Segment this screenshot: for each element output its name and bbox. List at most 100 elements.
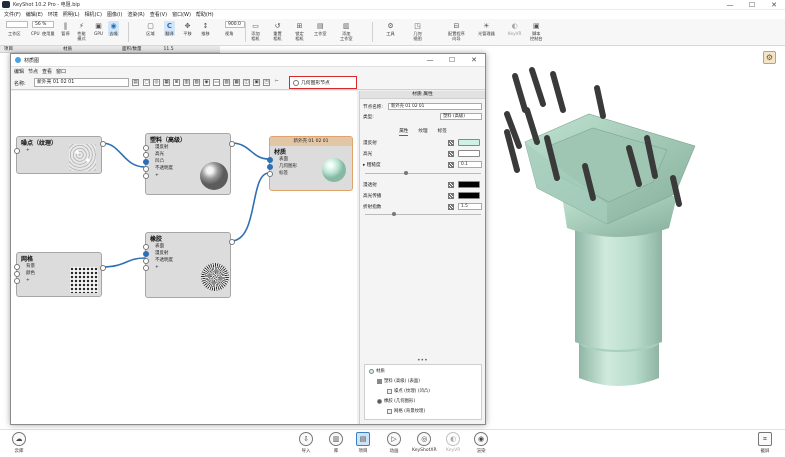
output-port[interactable] <box>229 141 235 147</box>
back-arrow-icon[interactable]: ⇦ <box>273 79 280 86</box>
tree-item-plastic[interactable]: 塑料 (高级) (表面) <box>377 378 420 384</box>
output-port[interactable] <box>229 239 235 245</box>
port-diffuse[interactable]: 漫反射 <box>143 250 230 257</box>
texture-link-icon[interactable] <box>448 204 454 210</box>
screenshot-button[interactable]: ⌗ 截屏 <box>758 432 772 454</box>
collapse-icon[interactable]: ◳ <box>263 79 270 86</box>
port-specular[interactable]: 高光 <box>143 151 230 158</box>
menu-window[interactable]: 窗口(W) <box>172 11 191 18</box>
roughness-slider-knob[interactable] <box>404 171 408 175</box>
workspace-select[interactable] <box>6 21 28 28</box>
tree-item-material[interactable]: 材质 <box>369 368 385 374</box>
node-material-root[interactable]: 新外壳 01 02 01 材质 表面 几何图形 标签 <box>267 136 353 191</box>
project-button[interactable]: ▤ 项目 <box>356 432 370 454</box>
minimize-button[interactable]: — <box>719 0 741 10</box>
layout-icon[interactable]: ▦ <box>163 79 170 86</box>
dolly-button[interactable]: ↕ 推移 <box>200 21 211 36</box>
perspective-value[interactable]: 900.0 <box>225 21 245 28</box>
fit-icon[interactable]: ▢ <box>143 79 150 86</box>
denoise-button[interactable]: ◉ 去噪 <box>108 21 119 36</box>
geometry-view-button[interactable]: ◳ 几何 视图 <box>412 21 423 41</box>
save-icon[interactable]: ▤ <box>132 79 139 86</box>
texture-link-icon[interactable] <box>448 151 454 157</box>
menu-lighting[interactable]: 照明(L) <box>63 11 80 18</box>
specular-color-swatch[interactable] <box>458 150 480 157</box>
workspace-button[interactable]: 工作区 <box>8 31 21 36</box>
grid-icon[interactable]: ⊞ <box>173 79 180 86</box>
mg-menu-window[interactable]: 窗口 <box>56 68 66 75</box>
split-icon[interactable]: ◫ <box>243 79 250 86</box>
light-manager-button[interactable]: ☀ 光管理器 <box>478 21 495 36</box>
menu-view[interactable]: 查看(V) <box>150 11 167 18</box>
gpu-button[interactable]: ▣ GPU <box>93 21 104 36</box>
material-name-input[interactable]: 新外壳 01 02 01 <box>34 78 129 87</box>
mg-maximize-button[interactable]: ☐ <box>441 54 463 67</box>
menu-file[interactable]: 文件(F) <box>4 11 21 18</box>
menu-image[interactable]: 图像(I) <box>107 11 122 18</box>
copy-icon[interactable]: ▭ <box>213 79 220 86</box>
animation-button[interactable]: ▷ 动画 <box>387 432 401 454</box>
roughness-slider[interactable] <box>365 173 481 174</box>
texture-link-icon[interactable] <box>448 193 454 199</box>
mg-menu-view[interactable]: 查看 <box>42 68 52 75</box>
expand-icon[interactable]: ▣ <box>253 79 260 86</box>
cloud-library-button[interactable]: ☁ 云库 <box>12 432 26 454</box>
keyvr-button[interactable]: ◐ KeyVR <box>508 21 521 36</box>
cpu-usage-select[interactable]: 56 % <box>32 21 54 28</box>
tree-item-mesh[interactable]: 网格 (背景纹理) <box>387 408 425 414</box>
node-rubber[interactable]: 橡胶 表面 漫反射 不透明度 + <box>143 232 235 298</box>
render-button[interactable]: ◉ 渲染 <box>474 432 488 454</box>
node-mesh[interactable]: 网格 背景 颜色 + <box>14 252 106 297</box>
pause-button[interactable]: ‖ 暂停 <box>60 21 71 36</box>
menu-render[interactable]: 渲染(R) <box>127 11 144 18</box>
panel-resize-handle[interactable]: ••• <box>417 357 428 364</box>
import-button[interactable]: ⇩ 导入 <box>299 432 313 454</box>
library-button[interactable]: ▥ 库 <box>329 432 343 454</box>
tree-item-rubber[interactable]: 橡胶 (几何图形) <box>377 398 415 404</box>
menu-edit[interactable]: 编辑(E) <box>26 11 43 18</box>
region-button[interactable]: ▢ 区域 <box>145 21 156 36</box>
diffuse-color-swatch[interactable] <box>458 139 480 146</box>
script-console-button[interactable]: ▣ 脚本 控制台 <box>530 21 543 41</box>
perspective-button[interactable]: 视角 <box>225 31 233 36</box>
paste-icon[interactable]: ▨ <box>223 79 230 86</box>
graph-canvas[interactable]: 噪点（纹理） + 塑料（高级） 漫反射 高光 凹凸 不透明度 + 网格 背景 颜… <box>11 91 357 424</box>
texture-link-icon[interactable] <box>448 162 454 168</box>
configurator-wizard-button[interactable]: ⊟ 配置程序 向导 <box>448 21 465 41</box>
lock-camera-button[interactable]: ⊞ 锁定 相机 <box>294 21 305 41</box>
viewport-settings-button[interactable]: ⚙ <box>763 51 776 64</box>
tools-button[interactable]: ⚙ 工具 <box>385 21 396 36</box>
node-noise-texture[interactable]: 噪点（纹理） + <box>14 136 106 174</box>
roughness-input[interactable]: 0.1 <box>458 161 482 168</box>
maximize-button[interactable]: ☐ <box>741 0 763 10</box>
tumble-button[interactable]: C 翻译 <box>164 21 175 36</box>
pan-button[interactable]: ✥ 平移 <box>182 21 193 36</box>
port-diffuse[interactable]: 漫反射 <box>143 144 230 151</box>
tab-label[interactable]: 标签 <box>438 127 447 136</box>
texture-link-icon[interactable] <box>448 140 454 146</box>
output-port[interactable] <box>100 265 106 271</box>
reset-camera-button[interactable]: ↺ 重置 相机 <box>272 21 283 41</box>
material-icon[interactable]: ◉ <box>203 79 210 86</box>
ior-input[interactable]: 1.5 <box>458 203 482 210</box>
geometry-node-button[interactable]: 几何图形节点 <box>289 76 357 89</box>
texture-link-icon[interactable] <box>448 182 454 188</box>
cpu-button[interactable]: CPU <box>31 31 40 36</box>
mg-minimize-button[interactable]: — <box>419 54 441 67</box>
node-name-input[interactable]: 新外壳 01 02 01 <box>388 103 482 110</box>
align-icon[interactable]: ▥ <box>183 79 190 86</box>
specular-transmission-swatch[interactable] <box>458 192 480 199</box>
keyvr-bottom-button[interactable]: ◐ KeyVR <box>446 432 460 453</box>
group-icon[interactable]: ▩ <box>233 79 240 86</box>
output-port[interactable] <box>100 141 106 147</box>
close-button[interactable]: ✕ <box>763 0 785 10</box>
mg-close-button[interactable]: ✕ <box>463 54 485 67</box>
studio-button[interactable]: ▤ 工作室 <box>314 21 327 36</box>
menu-environment[interactable]: 环境 <box>48 11 58 18</box>
menu-camera[interactable]: 相机(C) <box>85 11 102 18</box>
menu-help[interactable]: 帮助(H) <box>196 11 214 18</box>
input-port[interactable] <box>14 148 20 154</box>
usage-button[interactable]: 使用量 <box>42 31 55 36</box>
material-type-select[interactable]: 塑料 (高级) <box>440 113 482 120</box>
keyshotxr-button[interactable]: ◎ KeyShotXR <box>412 432 437 453</box>
